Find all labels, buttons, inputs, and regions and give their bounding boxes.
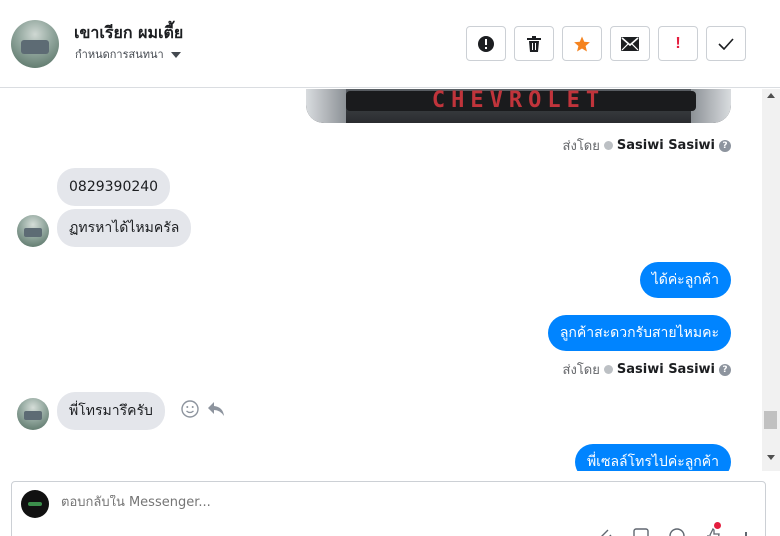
- caret-down-icon: [170, 51, 181, 58]
- saved-reply-icon[interactable]: [632, 526, 650, 536]
- mail-icon: [621, 36, 639, 51]
- reply-input[interactable]: [61, 495, 661, 510]
- outgoing-message[interactable]: ลูกค้าสะดวกรับสายไหมคะ: [547, 315, 731, 351]
- assign-conversation-dropdown[interactable]: กำหนดการสนทนา: [75, 45, 181, 63]
- scroll-up-arrow-icon[interactable]: [767, 93, 775, 98]
- contact-avatar-small: [17, 398, 49, 430]
- outgoing-message[interactable]: ได้ค่ะลูกค้า: [639, 262, 731, 298]
- mark-important-button[interactable]: !: [658, 26, 698, 61]
- message-thread[interactable]: CHEVROLET ส่งโดย Sasiwi Sasiwi ? 0829390…: [0, 89, 762, 471]
- reply-composer[interactable]: [11, 481, 766, 536]
- thread-scrollbar[interactable]: [762, 89, 780, 471]
- sent-check-icon: [603, 365, 613, 374]
- react-emoji-icon[interactable]: [181, 400, 199, 418]
- sent-by-label: ส่งโดย: [562, 139, 600, 154]
- sent-check-icon: [603, 141, 613, 150]
- sent-by-label: ส่งโดย: [562, 363, 600, 378]
- more-icon[interactable]: [740, 526, 758, 536]
- star-icon: [574, 36, 590, 51]
- mark-done-button[interactable]: [706, 26, 746, 61]
- outgoing-message[interactable]: พี่เซลล์โทรไปค่ะลูกค้า: [574, 444, 731, 471]
- page-avatar: [21, 490, 49, 518]
- spam-button[interactable]: [466, 26, 506, 61]
- important-icon: !: [675, 34, 681, 52]
- incoming-message[interactable]: ฏทรหาได้ไหมครัล: [57, 209, 192, 247]
- notification-dot: [714, 522, 721, 529]
- contact-name[interactable]: เขาเรียก ผมเตี้ย: [74, 21, 183, 46]
- attachment-icon[interactable]: [596, 526, 614, 536]
- trash-icon: [527, 35, 541, 52]
- contact-avatar-small: [17, 215, 49, 247]
- assign-conversation-label: กำหนดการสนทนา: [75, 48, 164, 61]
- sender-name: Sasiwi Sasiwi: [616, 138, 715, 153]
- image-attachment[interactable]: CHEVROLET: [306, 89, 731, 123]
- emoji-icon[interactable]: [668, 526, 686, 536]
- star-button[interactable]: [562, 26, 602, 61]
- incoming-message[interactable]: พี่โทรมารึครับ: [57, 392, 165, 430]
- delete-button[interactable]: [514, 26, 554, 61]
- message-actions: [181, 400, 225, 418]
- sender-name: Sasiwi Sasiwi: [616, 362, 715, 377]
- spam-icon: [478, 35, 494, 52]
- contact-avatar[interactable]: [11, 20, 59, 68]
- scroll-down-arrow-icon[interactable]: [767, 455, 775, 460]
- conversation-header: เขาเรียก ผมเตี้ย กำหนดการสนทนา !: [0, 0, 780, 88]
- incoming-message[interactable]: 0829390240: [57, 168, 171, 206]
- check-icon: [718, 37, 734, 50]
- help-icon[interactable]: ?: [719, 363, 731, 376]
- scrollbar-thumb[interactable]: [764, 411, 777, 429]
- reply-icon[interactable]: [207, 401, 225, 417]
- mark-unread-button[interactable]: [610, 26, 650, 61]
- sent-by-info: ส่งโดย Sasiwi Sasiwi ?: [563, 359, 731, 380]
- help-icon[interactable]: ?: [719, 139, 731, 152]
- like-icon[interactable]: [704, 522, 722, 536]
- composer-toolbar: [596, 522, 758, 536]
- sent-by-info: ส่งโดย Sasiwi Sasiwi ?: [563, 135, 731, 156]
- image-logo-text: CHEVROLET: [431, 89, 606, 113]
